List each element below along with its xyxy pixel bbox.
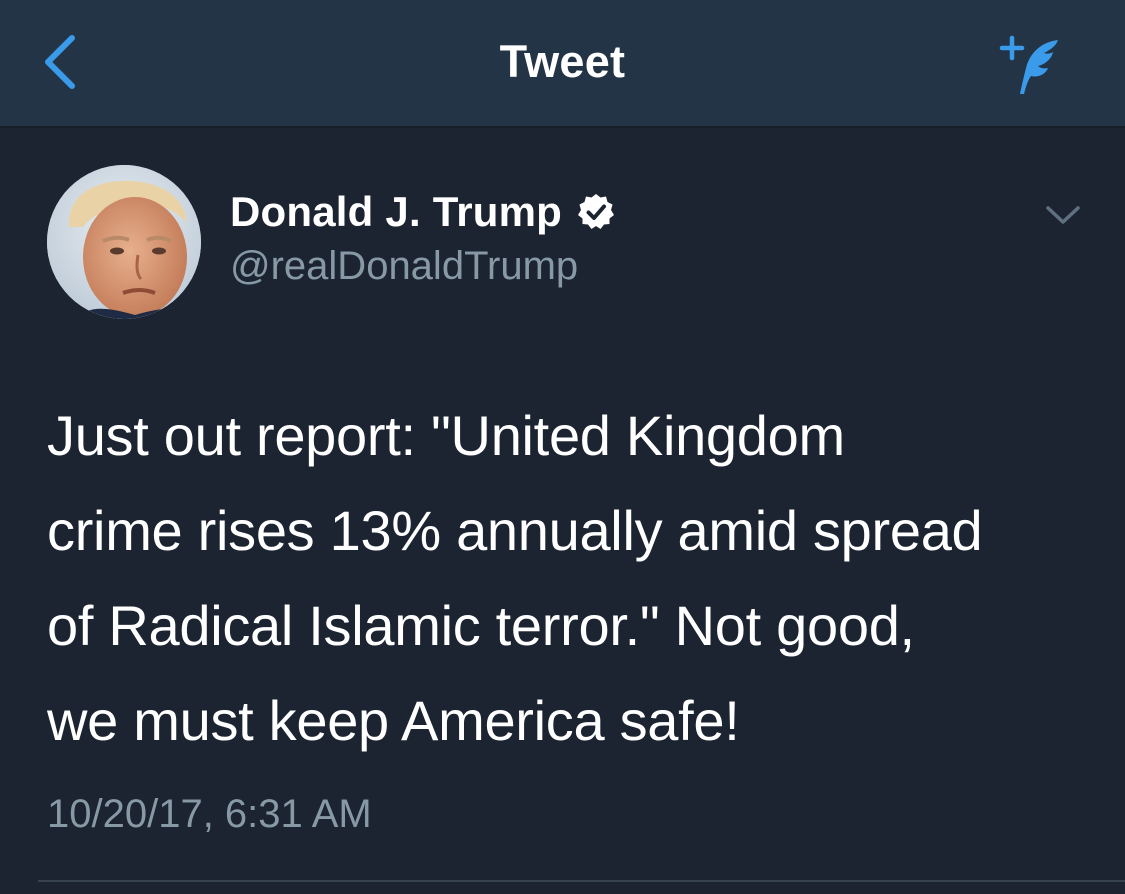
page-title: Tweet [499, 36, 626, 87]
tweet-timestamp: 10/20/17, 6:31 AM [47, 792, 372, 836]
verified-badge-icon [578, 194, 615, 229]
navigation-bar: Tweet [0, 0, 1125, 128]
author-name-row[interactable]: Donald J. Trump [230, 188, 616, 236]
chevron-down-icon [1046, 206, 1080, 224]
author-name: Donald J. Trump [230, 188, 563, 235]
more-options-button[interactable] [1042, 200, 1084, 230]
tweet-text-line: we must keep America safe! [47, 689, 740, 752]
tweet-detail-screen: Tweet Donald J. Trump @realDonaldTrump J… [0, 0, 1125, 894]
divider [38, 880, 1125, 882]
profile-photo [47, 165, 201, 319]
avatar[interactable] [47, 165, 201, 319]
author-handle[interactable]: @realDonaldTrump [230, 244, 578, 289]
tweet-text: Just out report: "United Kingdom crime r… [47, 388, 1097, 768]
tweet-text-line: crime rises 13% annually amid spread [47, 499, 983, 562]
compose-tweet-icon [999, 35, 1058, 94]
compose-tweet-button[interactable] [998, 32, 1062, 98]
tweet-text-line: of Radical Islamic terror." Not good, [47, 594, 915, 657]
tweet-text-line: Just out report: "United Kingdom [47, 404, 845, 467]
